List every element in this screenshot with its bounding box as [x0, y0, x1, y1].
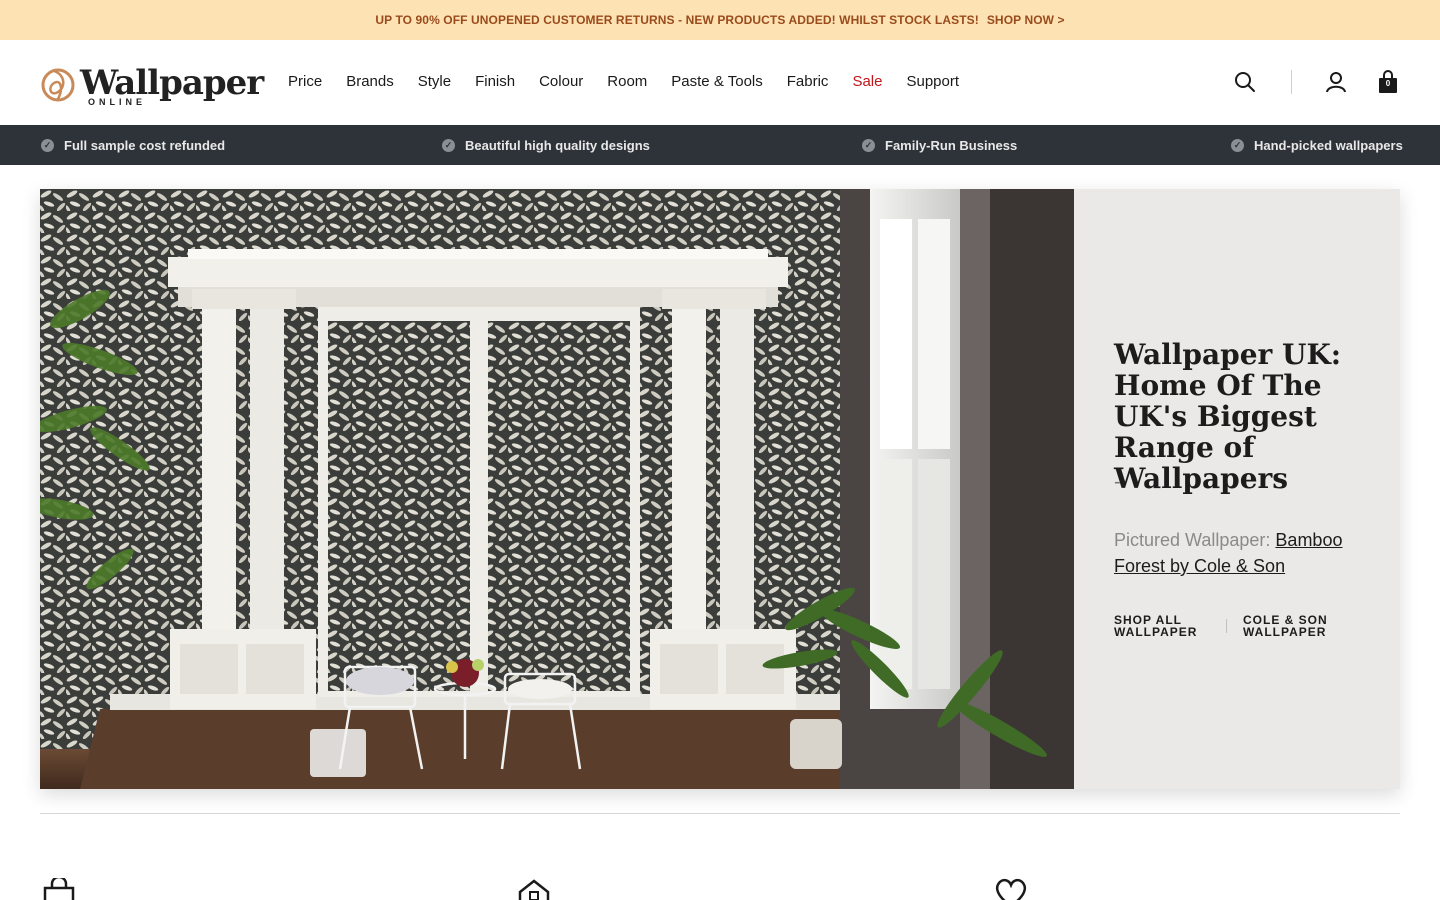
usp-item: ✓ Beautiful high quality designs — [442, 125, 650, 165]
hero-banner: Wallpaper UK: Home Of The UK's Biggest R… — [40, 189, 1400, 789]
nav-item-fabric[interactable]: Fabric — [787, 73, 829, 90]
nav-item-sale[interactable]: Sale — [852, 73, 882, 90]
bag-icon — [42, 878, 78, 900]
shop-all-wallpaper-link[interactable]: SHOP ALL WALLPAPER — [1114, 614, 1204, 638]
promo-shop-now-link[interactable]: SHOP NOW > — [987, 13, 1065, 27]
pictured-label: Pictured Wallpaper: — [1114, 530, 1271, 550]
header-actions: 0 — [1233, 70, 1400, 94]
account-icon[interactable] — [1324, 70, 1348, 94]
promo-bar: UP TO 90% OFF UNOPENED CUSTOMER RETURNS … — [0, 0, 1440, 40]
search-icon[interactable] — [1233, 70, 1257, 94]
promo-message: UP TO 90% OFF UNOPENED CUSTOMER RETURNS … — [375, 13, 979, 27]
bag-icon[interactable]: 0 — [1376, 70, 1400, 94]
nav-item-room[interactable]: Room — [607, 73, 647, 90]
usp-bar: ✓ Full sample cost refunded ✓ Beautiful … — [0, 125, 1440, 165]
pictured-wallpaper-caption: Pictured Wallpaper: Bamboo Forest by Col… — [1114, 527, 1374, 579]
usp-item: ✓ Full sample cost refunded — [41, 125, 225, 165]
usp-text: Family-Run Business — [885, 137, 1018, 153]
main-nav: Price Brands Style Finish Colour Room Pa… — [288, 73, 959, 90]
cart-count: 0 — [1385, 79, 1391, 88]
check-icon: ✓ — [1231, 138, 1244, 152]
nav-item-colour[interactable]: Colour — [539, 73, 583, 90]
header-divider — [1291, 70, 1292, 94]
nav-item-price[interactable]: Price — [288, 73, 322, 90]
hero-image[interactable] — [40, 189, 1074, 789]
nav-item-brands[interactable]: Brands — [346, 73, 394, 90]
nav-item-paste-tools[interactable]: Paste & Tools — [671, 73, 762, 90]
check-icon: ✓ — [41, 138, 54, 152]
usp-item: ✓ Hand-picked wallpapers — [1231, 125, 1403, 165]
hero-title: Wallpaper UK: Home Of The UK's Biggest R… — [1114, 338, 1342, 495]
usp-text: Beautiful high quality designs — [465, 137, 650, 153]
usp-item: ✓ Family-Run Business — [862, 125, 1017, 165]
check-icon: ✓ — [442, 138, 455, 152]
usp-text: Full sample cost refunded — [64, 137, 226, 153]
logo-mark-icon — [41, 68, 75, 102]
usp-text: Hand-picked wallpapers — [1254, 137, 1403, 153]
logo-subtext: ONLINE — [88, 97, 147, 107]
nav-item-style[interactable]: Style — [418, 73, 451, 90]
hero-links-divider — [1226, 619, 1227, 633]
logo-wordmark: Wallpaper — [80, 63, 264, 103]
cole-son-wallpaper-link[interactable]: COLE & SON WALLPAPER — [1243, 614, 1333, 638]
nav-item-support[interactable]: Support — [906, 73, 959, 90]
section-divider — [40, 813, 1400, 814]
hero-text-panel: Wallpaper UK: Home Of The UK's Biggest R… — [1074, 189, 1400, 789]
check-icon: ✓ — [862, 138, 875, 152]
hero-links: SHOP ALL WALLPAPER COLE & SON WALLPAPER — [1114, 614, 1333, 638]
nav-item-finish[interactable]: Finish — [475, 73, 515, 90]
site-header: Wallpaper ONLINE Price Brands Style Fini… — [0, 40, 1440, 125]
hero-dash: - — [1114, 471, 1121, 493]
logo[interactable]: Wallpaper ONLINE — [40, 62, 264, 107]
heart-icon — [993, 878, 1029, 900]
house-icon — [517, 878, 553, 900]
